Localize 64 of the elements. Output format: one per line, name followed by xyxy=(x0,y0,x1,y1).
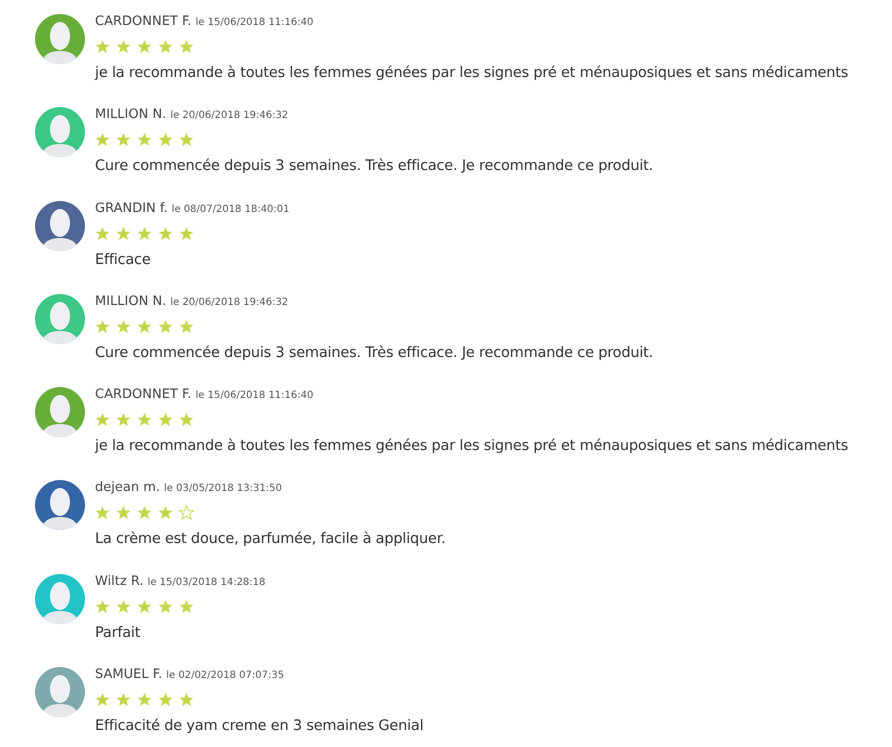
review-date: le 20/06/2018 19:46:32 xyxy=(170,296,288,310)
star-icon xyxy=(179,226,194,241)
star-icon xyxy=(116,132,131,148)
star-icon xyxy=(137,132,152,148)
author-name: MILLION N. xyxy=(95,294,166,310)
review-date: le 15/06/2018 11:16:40 xyxy=(196,389,314,404)
star-icon xyxy=(95,598,110,614)
author-name: GRANDIN f. xyxy=(95,200,168,217)
author-name: dejean m. xyxy=(95,480,160,496)
star-icon xyxy=(158,505,173,520)
star-icon xyxy=(95,692,110,708)
star-icon xyxy=(158,39,173,54)
star-icon xyxy=(137,39,152,54)
star-icon xyxy=(179,692,194,708)
star-icon xyxy=(116,692,131,708)
review-date: le 08/07/2018 18:40:01 xyxy=(172,202,290,217)
star-icon xyxy=(137,412,152,428)
review-text: Cure commencée depuis 3 semaines. Très efficace. Je recommande ce produit. xyxy=(95,344,654,361)
star-icon xyxy=(137,692,152,708)
star-icon xyxy=(116,505,131,520)
star-icon xyxy=(179,318,194,334)
star-icon xyxy=(137,226,152,241)
review-date: le 15/03/2018 14:28:18 xyxy=(148,576,266,590)
review-text: La crème est douce, parfumée, facile à appliquer. xyxy=(95,531,446,548)
star-icon xyxy=(95,412,110,428)
review-date: le 03/05/2018 13:31:50 xyxy=(164,482,282,496)
review-text: je la recommande à toutes les femmes génées par les signes pré et ménauposiques et sans médicaments xyxy=(95,438,848,454)
star-icon xyxy=(158,412,173,428)
star-icon xyxy=(116,39,131,54)
star-icon xyxy=(137,598,152,614)
review-date: le 02/02/2018 07:07:35 xyxy=(166,669,284,684)
review-text: Parfait xyxy=(95,624,142,641)
star-icon xyxy=(158,598,173,614)
star-icon xyxy=(158,692,173,708)
star-icon xyxy=(95,505,110,520)
review-date: le 20/06/2018 19:46:32 xyxy=(170,109,288,124)
review-date: le 15/06/2018 11:16:40 xyxy=(196,16,314,30)
review-text: Cure commencée depuis 3 semaines. Très efficace. Je recommande ce produit. xyxy=(95,158,654,174)
author-name: CARDONNET F. xyxy=(95,14,192,30)
star-icon xyxy=(116,226,131,241)
star-icon xyxy=(95,318,110,334)
review-text: je la recommande à toutes les femmes génées par les signes pré et ménauposiques et sans médicaments xyxy=(95,65,848,81)
star-icon xyxy=(116,318,131,334)
empty-star-icon xyxy=(179,505,194,520)
author-name: CARDONNET F. xyxy=(95,387,192,404)
star-icon xyxy=(158,226,173,241)
review-text: Efficace xyxy=(95,252,152,268)
review-text: Efficacité de yam creme en 3 semaines Genial xyxy=(95,718,424,734)
star-icon xyxy=(116,598,131,614)
star-icon xyxy=(116,412,131,428)
star-icon xyxy=(95,132,110,148)
star-icon xyxy=(137,318,152,334)
author-name: SAMUEL F. xyxy=(95,667,162,684)
star-icon xyxy=(95,39,110,54)
author-name: MILLION N. xyxy=(95,107,166,124)
star-icon xyxy=(137,505,152,520)
star-icon xyxy=(158,132,173,148)
star-icon xyxy=(179,412,194,428)
star-icon xyxy=(158,318,173,334)
star-icon xyxy=(179,39,194,54)
star-icon xyxy=(179,598,194,614)
author-name: Wiltz R. xyxy=(95,574,144,590)
star-icon xyxy=(95,226,110,241)
star-icon xyxy=(179,132,194,148)
